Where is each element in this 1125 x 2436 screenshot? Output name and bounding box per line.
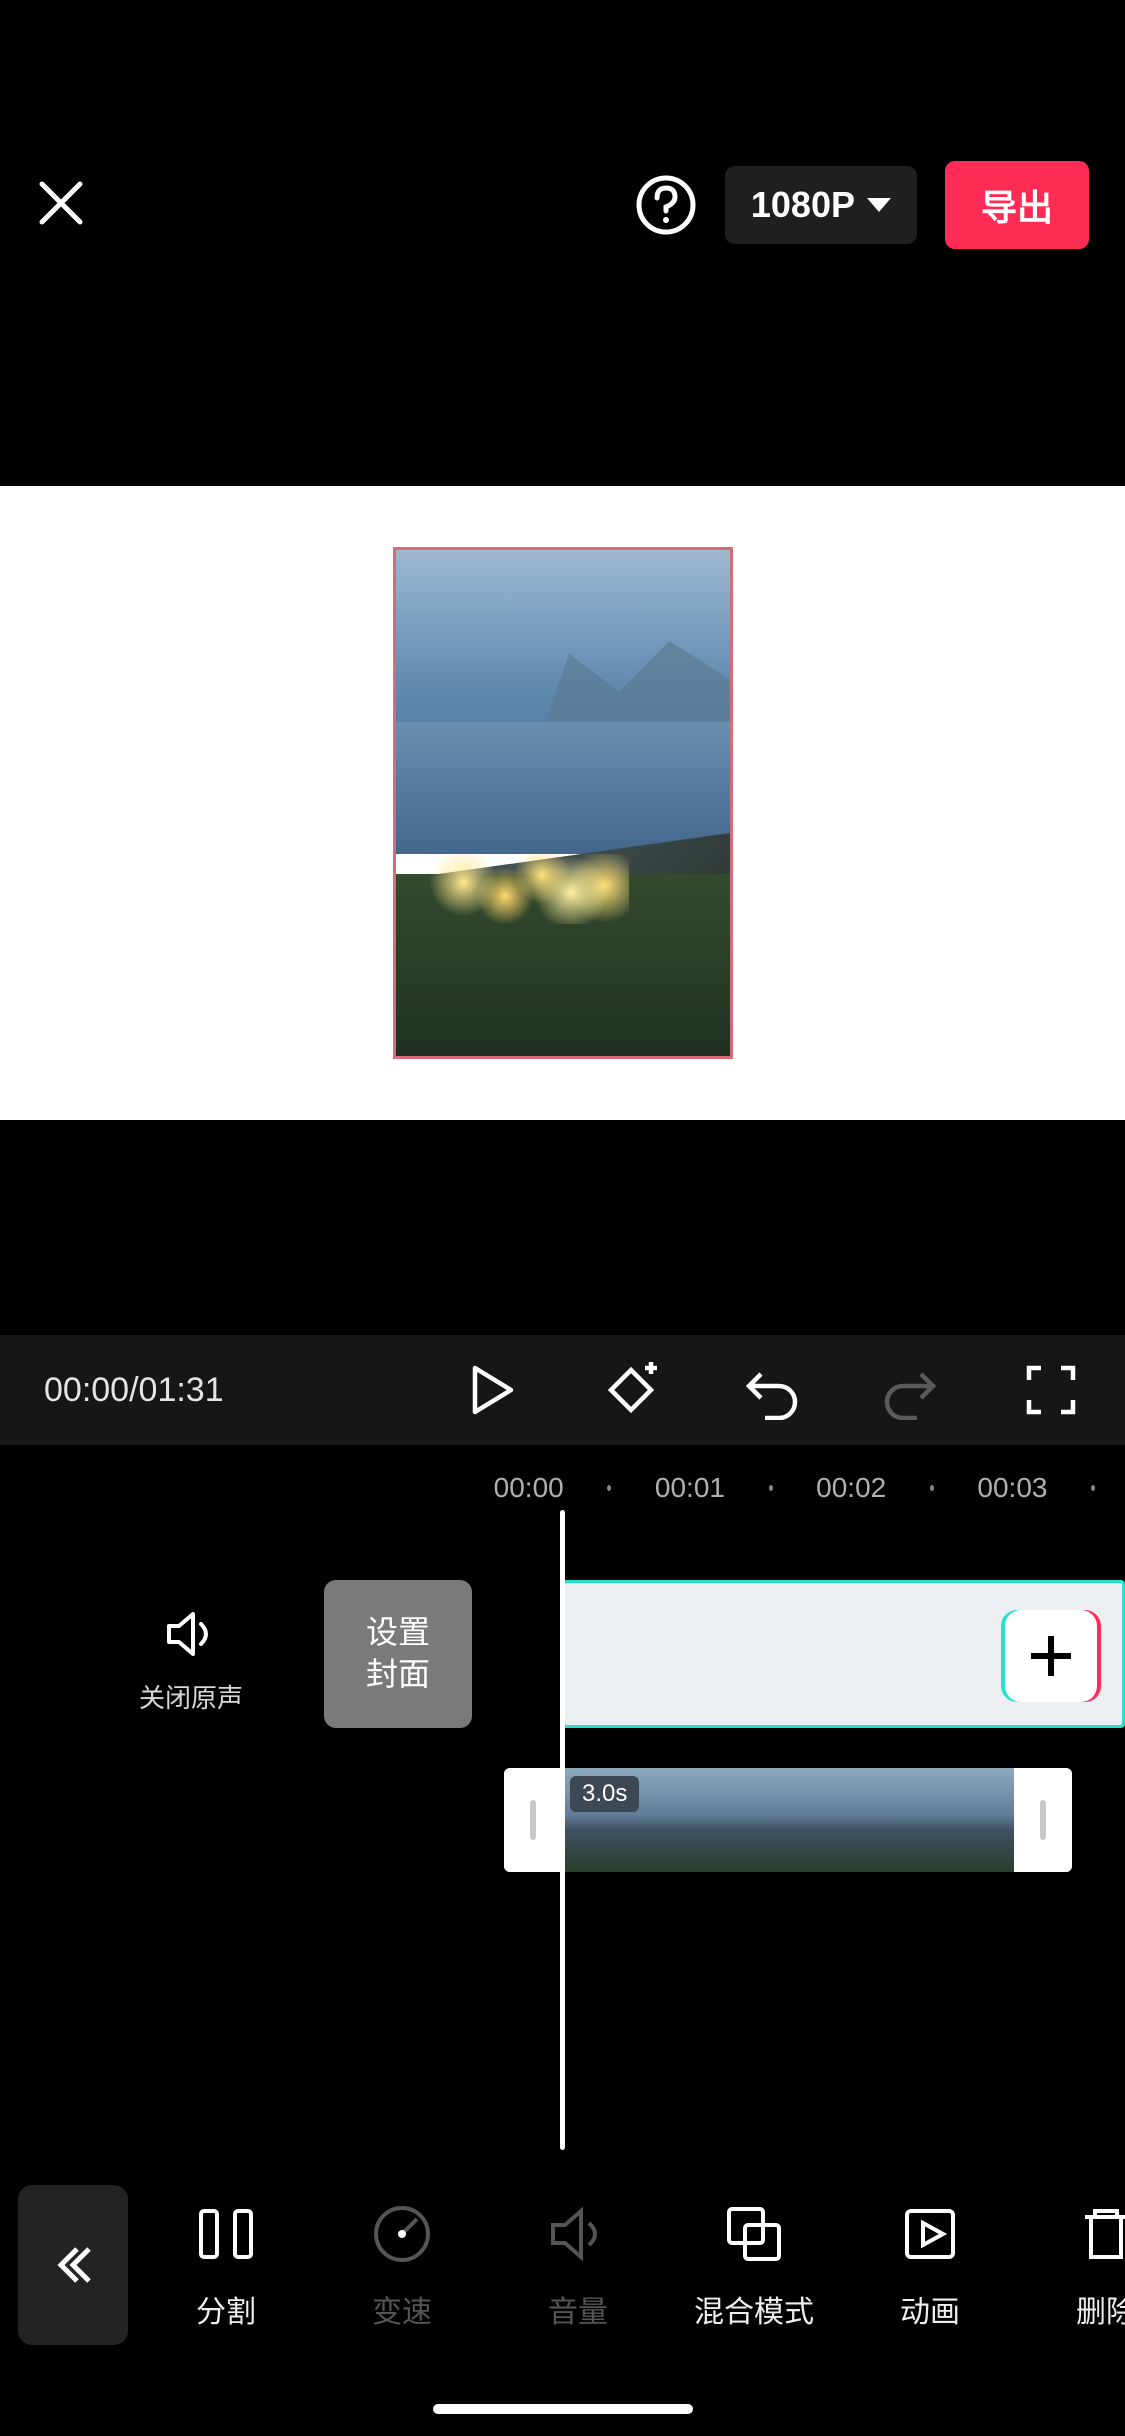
ruler-mark: 00:01 [641, 1472, 738, 1504]
top-bar: 1080P 导出 [0, 150, 1125, 260]
ruler-mark: 00:03 [964, 1472, 1061, 1504]
ruler-mark: 00:02 [803, 1472, 900, 1504]
chevron-left-icon [49, 2241, 97, 2289]
fullscreen-icon [1021, 1360, 1081, 1420]
timeline-ruler[interactable]: 00:00 00:01 00:02 00:03 [0, 1460, 1125, 1516]
export-button[interactable]: 导出 [945, 161, 1089, 249]
ruler-dot [607, 1485, 611, 1491]
anim-icon [895, 2199, 965, 2269]
play-button[interactable] [461, 1360, 521, 1420]
redo-icon [881, 1360, 941, 1420]
bottom-toolbar: 分割 变速 音量 混合模式 动画 删除 [0, 2170, 1125, 2360]
undo-icon [741, 1360, 801, 1420]
clip-handle-right[interactable] [1014, 1768, 1072, 1872]
close-button[interactable] [36, 178, 86, 233]
help-button[interactable] [635, 174, 697, 236]
tool-label: 音量 [548, 2287, 608, 2331]
tool-speed: 变速 [314, 2199, 490, 2331]
set-cover-button[interactable]: 设置 封面 [324, 1580, 472, 1728]
pip-clip[interactable]: 3.0s [504, 1768, 1072, 1872]
time-readout: 00:00/01:31 [44, 1371, 224, 1410]
help-icon [635, 174, 697, 236]
tool-anim[interactable]: 动画 [842, 2199, 1018, 2331]
export-label: 导出 [981, 187, 1053, 228]
ruler-dot [769, 1485, 773, 1491]
plus-icon [1023, 1628, 1079, 1684]
clip-handle-left[interactable] [504, 1768, 562, 1872]
tool-label: 混合模式 [694, 2287, 814, 2331]
toolbar-back-button[interactable] [18, 2185, 128, 2345]
home-indicator[interactable] [433, 2404, 693, 2414]
ruler-mark: 00:00 [480, 1472, 577, 1504]
keyframe-button[interactable] [601, 1360, 661, 1420]
resolution-value: 1080P [751, 184, 855, 226]
tool-strip[interactable]: 分割 变速 音量 混合模式 动画 删除 [138, 2199, 1125, 2331]
close-icon [36, 178, 86, 228]
volume-icon [543, 2199, 613, 2269]
play-icon [461, 1360, 521, 1420]
keyframe-icon [601, 1360, 661, 1420]
tool-volume: 音量 [490, 2199, 666, 2331]
ruler-dot [930, 1485, 934, 1491]
delete-icon [1071, 2199, 1125, 2269]
transport-bar: 00:00/01:31 [0, 1335, 1125, 1445]
ruler-dot [1091, 1485, 1095, 1491]
tool-label: 变速 [372, 2287, 432, 2331]
tool-delete[interactable]: 删除 [1018, 2199, 1125, 2331]
redo-button [881, 1360, 941, 1420]
resolution-selector[interactable]: 1080P [725, 166, 917, 244]
pip-clip-thumbnails[interactable]: 3.0s [562, 1768, 1014, 1872]
playhead[interactable] [560, 1510, 565, 2150]
tool-label: 删除 [1076, 2287, 1125, 2331]
tool-blend[interactable]: 混合模式 [666, 2199, 842, 2331]
speaker-icon [163, 1606, 219, 1662]
preview-frame[interactable] [393, 547, 733, 1059]
tool-split[interactable]: 分割 [138, 2199, 314, 2331]
undo-button[interactable] [741, 1360, 801, 1420]
speed-icon [367, 2199, 437, 2269]
mute-original-audio[interactable]: 关闭原声 [106, 1606, 276, 1715]
tool-label: 分割 [196, 2287, 256, 2331]
add-clip-button[interactable] [1005, 1610, 1097, 1702]
chevron-down-icon [867, 198, 891, 212]
split-icon [191, 2199, 261, 2269]
preview-canvas[interactable] [0, 486, 1125, 1120]
mute-label: 关闭原声 [106, 1678, 276, 1715]
blend-icon [719, 2199, 789, 2269]
fullscreen-button[interactable] [1021, 1360, 1081, 1420]
tool-label: 动画 [900, 2287, 960, 2331]
pip-clip-duration: 3.0s [570, 1776, 639, 1812]
